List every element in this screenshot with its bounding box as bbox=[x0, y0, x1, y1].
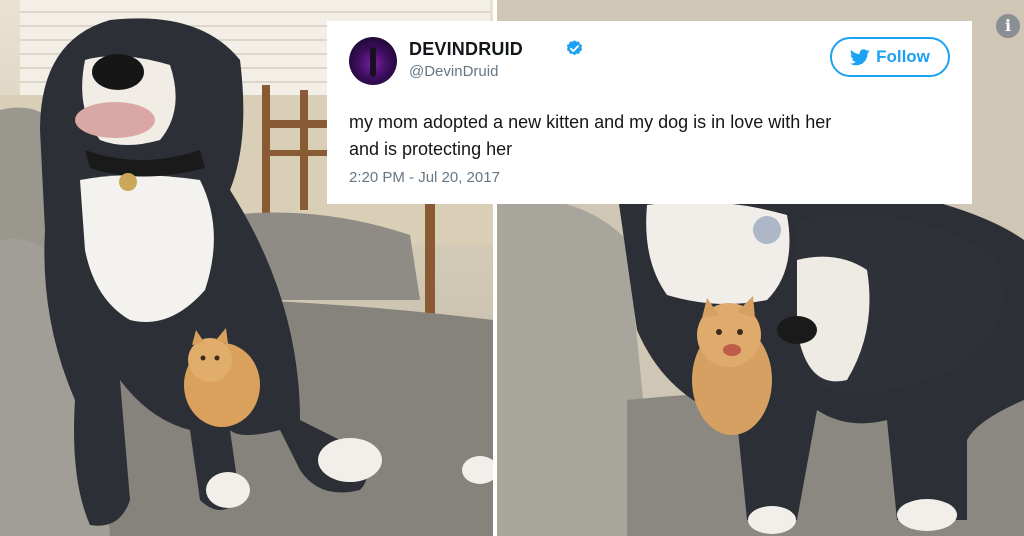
tweet-text: my mom adopted a new kitten and my dog i… bbox=[349, 109, 939, 163]
info-icon[interactable]: i bbox=[996, 14, 1020, 38]
tweet-text-line: and is protecting her bbox=[349, 139, 513, 159]
twitter-bird-icon bbox=[850, 48, 870, 65]
avatar-figure bbox=[370, 47, 376, 77]
dog-nose bbox=[777, 316, 817, 344]
follow-button[interactable]: Follow bbox=[830, 37, 950, 77]
verified-check-icon bbox=[566, 40, 583, 56]
dog-paw-back bbox=[206, 472, 250, 508]
dog-tag bbox=[753, 216, 781, 244]
dog-tag bbox=[119, 173, 137, 191]
dog-paw-front bbox=[318, 438, 382, 482]
screenshot-canvas: DEVINDRUID @DevinDruid Follow my mom ado… bbox=[0, 0, 1024, 536]
dog-paw bbox=[748, 506, 796, 534]
tweet-timestamp[interactable]: 2:20 PM - Jul 20, 2017 bbox=[349, 169, 950, 186]
tweet-card: DEVINDRUID @DevinDruid Follow my mom ado… bbox=[327, 21, 972, 204]
handle[interactable]: @DevinDruid bbox=[409, 63, 498, 80]
display-name[interactable]: DEVINDRUID bbox=[409, 39, 523, 60]
tweet-text-line: my mom adopted a new kitten and my dog i… bbox=[349, 112, 832, 132]
tweet-header: DEVINDRUID @DevinDruid Follow bbox=[349, 37, 950, 87]
dog-paw bbox=[897, 499, 957, 531]
dog-mouth bbox=[75, 102, 155, 138]
avatar[interactable] bbox=[349, 37, 397, 85]
follow-button-label: Follow bbox=[876, 47, 930, 66]
dog-nose bbox=[92, 54, 144, 90]
kitten-head bbox=[188, 338, 232, 382]
